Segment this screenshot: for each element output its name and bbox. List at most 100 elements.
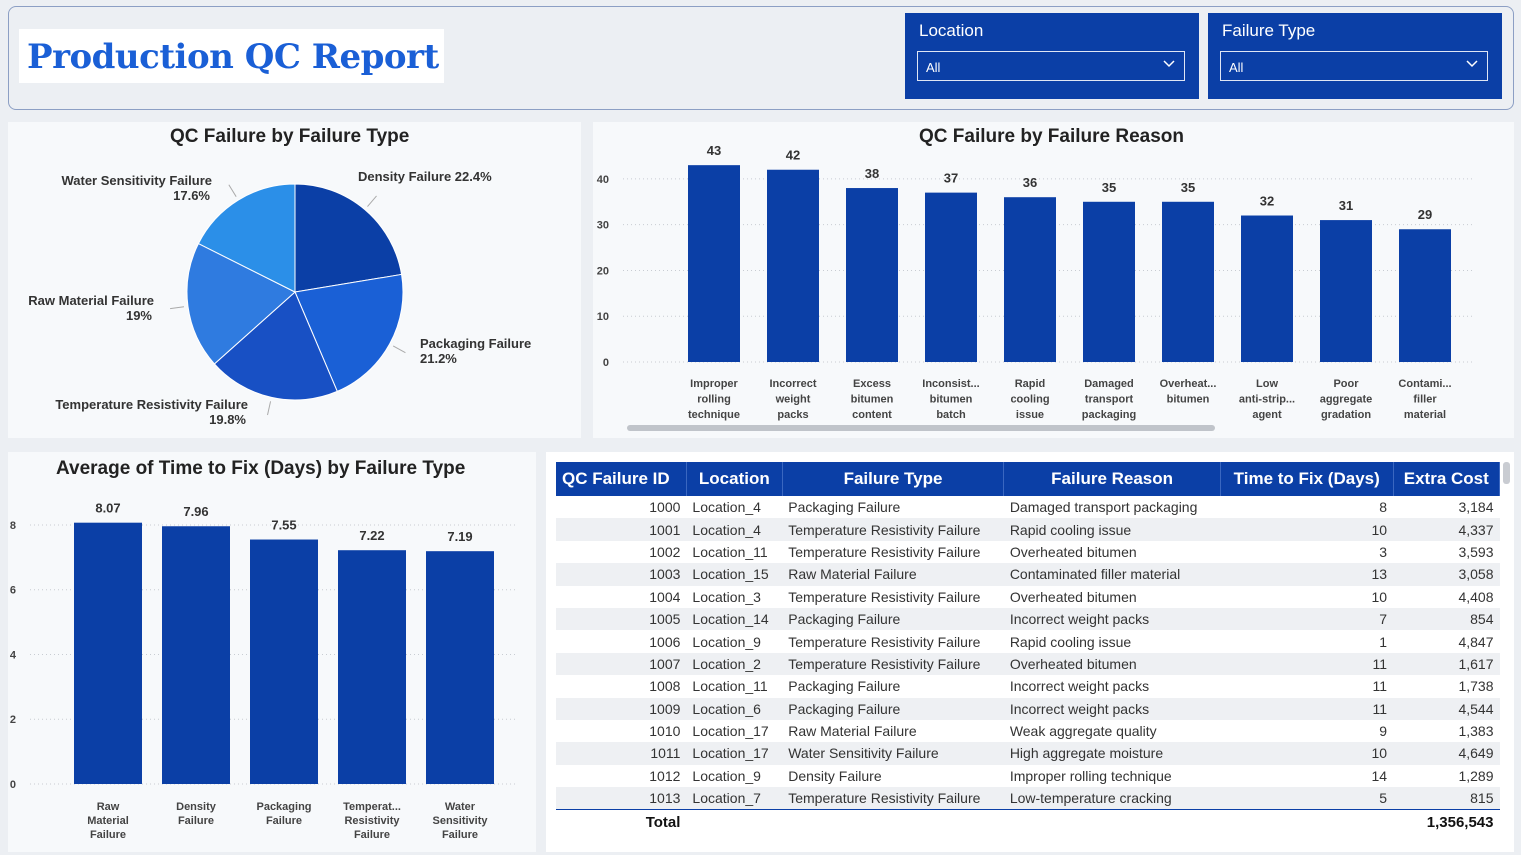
failure-type-slicer-label: Failure Type bbox=[1222, 21, 1316, 40]
x-tick-label: Contami... bbox=[1398, 378, 1451, 390]
bar[interactable] bbox=[688, 165, 740, 362]
column-header[interactable]: Extra Cost bbox=[1393, 462, 1501, 496]
bar[interactable] bbox=[925, 192, 977, 362]
table-cell: 4,408 bbox=[1458, 588, 1494, 605]
table-cell: 1013 bbox=[556, 787, 687, 810]
table-cell: Location_2 bbox=[686, 652, 783, 676]
table-cell: Density Failure bbox=[788, 767, 882, 784]
column-header[interactable]: Location bbox=[686, 462, 783, 496]
reason-bar-chart[interactable]: 0 10 20 30 40 43 Improper rolling technique 42 Inc… bbox=[593, 122, 1514, 438]
table-cell: 11 bbox=[1220, 697, 1394, 720]
table-cell: 5 bbox=[1220, 787, 1394, 810]
table-row[interactable]: 1001 Location_4 Temperature Resistivity Fa… bbox=[556, 518, 1500, 541]
bar[interactable] bbox=[1004, 197, 1056, 362]
table-row[interactable]: 1005 Location_14 Packaging Failure Incorrec… bbox=[556, 607, 1500, 631]
table-cell: 8 bbox=[1379, 499, 1388, 516]
x-tick-label: Excess bbox=[853, 378, 891, 390]
x-tick-label: cooling bbox=[1010, 394, 1049, 406]
pie-pct-label: 17.6% bbox=[173, 188, 210, 203]
data-label: 35 bbox=[1102, 180, 1116, 195]
pie-label: Raw Material Failure bbox=[28, 293, 154, 308]
data-label: 29 bbox=[1418, 207, 1432, 222]
pie-leader-line bbox=[228, 184, 237, 197]
data-label: 38 bbox=[865, 166, 879, 181]
column-header[interactable]: Time to Fix (Days) bbox=[1220, 462, 1394, 496]
bar[interactable] bbox=[1241, 215, 1293, 362]
bar[interactable] bbox=[846, 188, 898, 362]
failure-type-dropdown-value: All bbox=[1229, 60, 1244, 75]
pie-label: Packaging Failure bbox=[420, 336, 531, 351]
table-row[interactable]: 1009 Location_6 Packaging Failure Incorrect… bbox=[556, 697, 1500, 720]
data-label: 35 bbox=[1181, 180, 1195, 195]
table-row[interactable]: 1006 Location_9 Temperature Resistivity Fa… bbox=[556, 630, 1500, 652]
column-header[interactable]: Failure Type bbox=[782, 462, 1005, 496]
x-tick-label: packaging bbox=[1082, 409, 1136, 421]
location-dropdown[interactable]: All bbox=[917, 51, 1185, 81]
table-cell: Rapid cooling issue bbox=[1009, 633, 1132, 650]
column-header[interactable]: Failure Reason bbox=[1003, 462, 1221, 496]
time-chart-panel: Average of Time to Fix (Days) by Failure… bbox=[8, 452, 536, 852]
table-row[interactable]: 1007 Location_2 Temperature Resistivity Fa… bbox=[556, 652, 1500, 676]
table-scrollbar[interactable] bbox=[1503, 462, 1510, 484]
table-row[interactable]: 1002 Location_11 Temperature Resistivity F… bbox=[556, 541, 1500, 563]
bar[interactable] bbox=[1083, 201, 1135, 362]
pie-pct-label: 21.2% bbox=[420, 351, 457, 366]
table-row[interactable]: 1003 Location_15 Raw Material Failure Conta… bbox=[556, 563, 1500, 586]
table-cell: 1010 bbox=[649, 723, 681, 740]
table-cell: 3,184 bbox=[1458, 499, 1494, 516]
x-tick-label: Failure bbox=[266, 815, 302, 827]
table-cell: Temperature Resistivity Failure bbox=[788, 633, 981, 650]
data-label: 37 bbox=[944, 171, 958, 186]
pie-slice[interactable] bbox=[294, 183, 403, 293]
bar[interactable] bbox=[1320, 220, 1372, 362]
table-row[interactable]: 1013 Location_7 Temperature Resistivity Fa… bbox=[556, 787, 1500, 810]
x-tick-label: packs bbox=[777, 409, 808, 421]
table-cell: 1003 bbox=[556, 563, 687, 586]
table-cell: Location_6 bbox=[686, 697, 783, 720]
horizontal-scrollbar[interactable] bbox=[627, 425, 1215, 431]
failure-type-dropdown[interactable]: All bbox=[1220, 51, 1488, 81]
x-tick-label: Incorrect bbox=[769, 378, 816, 390]
table-cell: Raw Material Failure bbox=[788, 723, 917, 740]
table-cell: Location_11 bbox=[692, 678, 768, 695]
bar[interactable] bbox=[767, 169, 819, 362]
table-cell: 1008 bbox=[649, 678, 681, 695]
x-tick-label: transport bbox=[1085, 394, 1134, 406]
table-cell: Temperature Resistivity Failure bbox=[788, 543, 981, 560]
pie-leader-line bbox=[170, 306, 185, 310]
x-tick-label: Damaged bbox=[1084, 378, 1134, 390]
pie-chart[interactable]: Density Failure 22.4% Packaging Failure21… bbox=[8, 122, 581, 438]
bar[interactable] bbox=[250, 539, 318, 784]
table-row[interactable]: 1004 Location_3 Temperature Resistivity Fa… bbox=[556, 586, 1500, 608]
table-cell: 3,058 bbox=[1393, 563, 1500, 586]
table-cell: Temperature Resistivity Failure bbox=[782, 787, 1004, 810]
bar[interactable] bbox=[426, 551, 494, 784]
data-label: 7.22 bbox=[359, 528, 384, 543]
table-cell: 1004 bbox=[649, 588, 681, 605]
bar[interactable] bbox=[1399, 229, 1451, 362]
table-cell: Location_14 bbox=[686, 607, 783, 631]
table-row[interactable]: 1008 Location_11 Packaging Failure Incorrec… bbox=[556, 675, 1500, 697]
x-tick-label: Rapid bbox=[1015, 378, 1046, 390]
table-cell: 11 bbox=[1220, 652, 1394, 676]
bar[interactable] bbox=[74, 522, 142, 784]
bar[interactable] bbox=[162, 526, 230, 784]
qc-table: QC Failure ID Location Failure Type Failure… bbox=[556, 462, 1501, 835]
x-tick-label: Water bbox=[445, 801, 476, 813]
x-tick-label: agent bbox=[1252, 409, 1282, 421]
x-tick-label: technique bbox=[688, 409, 740, 421]
table-cell: 854 bbox=[1393, 607, 1500, 631]
time-bar-chart[interactable]: 0 2 4 6 8 8.07 Raw Material Failure 7.96 Density Fa… bbox=[8, 452, 536, 852]
table-cell: Incorrect weight packs bbox=[1009, 678, 1150, 695]
bar[interactable] bbox=[1162, 201, 1214, 362]
x-tick-label: rolling bbox=[697, 394, 731, 406]
table-row[interactable]: 1011 Location_17 Water Sensitivity Failure… bbox=[556, 742, 1500, 765]
table-cell: 1 bbox=[1379, 633, 1388, 650]
table-row[interactable]: 1012 Location_9 Density Failure Improper ro… bbox=[556, 765, 1500, 787]
table-row[interactable]: 1000 Location_4 Packaging Failure Damaged t… bbox=[556, 496, 1500, 518]
table-cell: Location_4 bbox=[686, 518, 783, 541]
bar[interactable] bbox=[338, 550, 406, 784]
column-header[interactable]: QC Failure ID bbox=[556, 462, 687, 496]
x-tick-label: content bbox=[852, 409, 892, 421]
table-row[interactable]: 1010 Location_17 Raw Material Failure Weak … bbox=[556, 720, 1500, 742]
